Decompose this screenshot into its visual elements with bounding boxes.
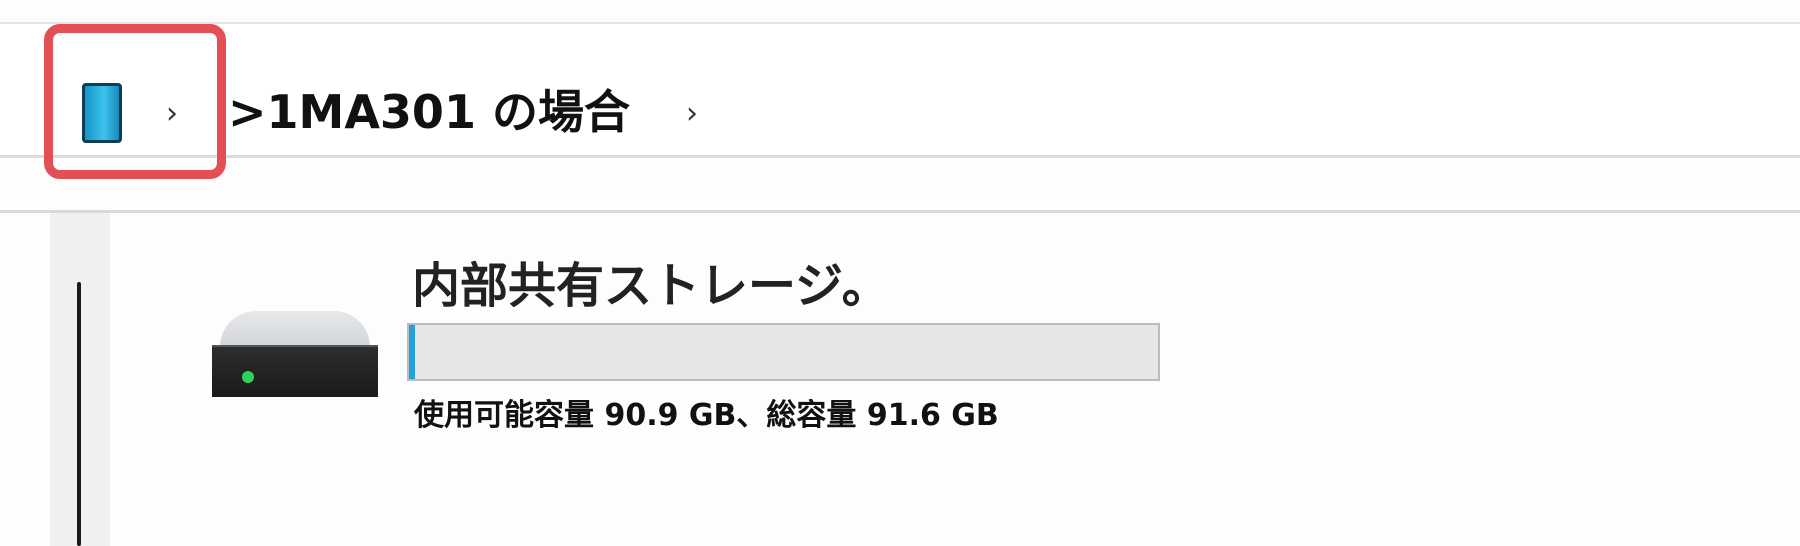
address-bar[interactable]: › >1MA301 の場合 › <box>0 22 1800 158</box>
chevron-right-icon[interactable]: › <box>686 99 698 129</box>
drive-tile[interactable]: 内部共有ストレージ。 使用可能容量 90.9 GB、総容量 91.6 GB <box>200 245 1200 445</box>
drive-usage-bar <box>407 323 1160 381</box>
drive-icon-top <box>220 311 370 347</box>
navigation-scrollbar[interactable] <box>77 282 81 546</box>
drive-usage-fill <box>409 325 415 379</box>
highlight-box <box>44 24 226 179</box>
hard-drive-icon <box>212 311 378 397</box>
drive-icon-body <box>212 345 378 397</box>
drive-led <box>242 371 254 383</box>
drive-name: 内部共有ストレージ。 <box>412 258 890 314</box>
file-explorer-window: › >1MA301 の場合 › 内部共有ストレージ。 使用可能容量 90.9 G… <box>0 0 1800 546</box>
breadcrumb-location[interactable]: >1MA301 の場合 <box>228 82 630 142</box>
drive-capacity-text: 使用可能容量 90.9 GB、総容量 91.6 GB <box>414 398 999 433</box>
divider <box>0 210 1800 213</box>
